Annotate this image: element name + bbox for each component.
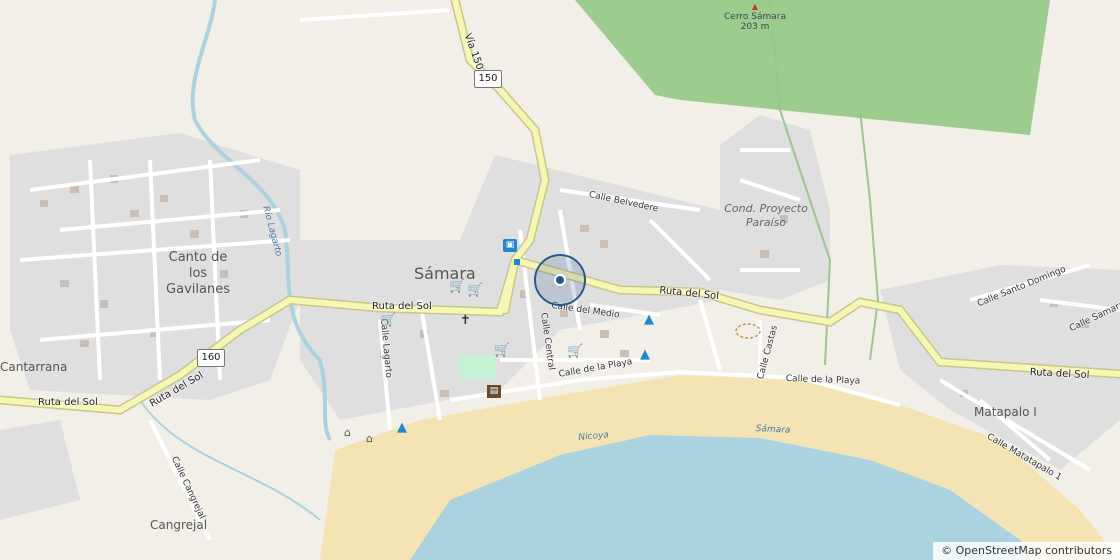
area-label-cond-proyecto-paraiso: Cond. Proyecto Paraíso bbox=[724, 202, 808, 229]
town-label-cantarrana: Cantarrana bbox=[0, 360, 68, 374]
shopping-cart-icon[interactable]: 🛒 bbox=[467, 284, 483, 298]
town-label-matapalo: Matapalo I bbox=[974, 405, 1037, 419]
road-label-ruta-del-sol-1: Ruta del Sol bbox=[372, 301, 432, 312]
map-canvas[interactable]: Sámara Canto de los Gavilanes Cantarrana… bbox=[0, 0, 1120, 560]
route-shield-160: 160 bbox=[197, 349, 225, 367]
peak-marker-icon: ▲ bbox=[751, 2, 759, 11]
current-location-marker[interactable] bbox=[534, 254, 586, 306]
church-icon[interactable]: ✝ bbox=[460, 314, 471, 328]
peak-label-cerro-samara: ▲ Cerro Sámara 203 m bbox=[720, 2, 790, 32]
track-loop bbox=[735, 323, 761, 339]
bus-stop-marker[interactable] bbox=[514, 259, 520, 265]
camping-icon[interactable]: ▲ bbox=[397, 421, 407, 435]
shopping-cart-icon[interactable]: 🛒 bbox=[449, 280, 465, 294]
peak-elevation: 203 m bbox=[740, 22, 770, 32]
peak-name: Cerro Sámara bbox=[724, 12, 786, 22]
camping-icon[interactable]: ▲ bbox=[640, 348, 650, 362]
town-label-samara: Sámara bbox=[414, 264, 476, 283]
shopping-cart-icon[interactable]: 🛒 bbox=[567, 345, 583, 359]
water-label-samara-bay: Sámara bbox=[755, 424, 791, 436]
museum-icon[interactable]: ▤ bbox=[487, 385, 501, 398]
shopping-cart-icon[interactable]: 🛒 bbox=[380, 314, 396, 328]
shopping-cart-icon[interactable]: 🛒 bbox=[494, 344, 510, 358]
road-label-ruta-del-sol-5: Ruta del Sol bbox=[38, 397, 98, 408]
shelter-icon[interactable]: ⌂ bbox=[366, 432, 373, 446]
shelter-icon[interactable]: ⌂ bbox=[344, 426, 351, 440]
bus-stop-icon[interactable]: ▣ bbox=[503, 239, 517, 252]
route-shield-150: 150 bbox=[474, 70, 502, 88]
park-area bbox=[458, 355, 496, 379]
town-label-canto-de-los-gavilanes: Canto de los Gavilanes bbox=[166, 250, 230, 297]
map-attribution[interactable]: © OpenStreetMap contributors bbox=[933, 542, 1120, 560]
forest-area bbox=[575, 0, 1050, 135]
camping-icon[interactable]: ▲ bbox=[644, 313, 654, 327]
location-dot-icon bbox=[554, 274, 566, 286]
